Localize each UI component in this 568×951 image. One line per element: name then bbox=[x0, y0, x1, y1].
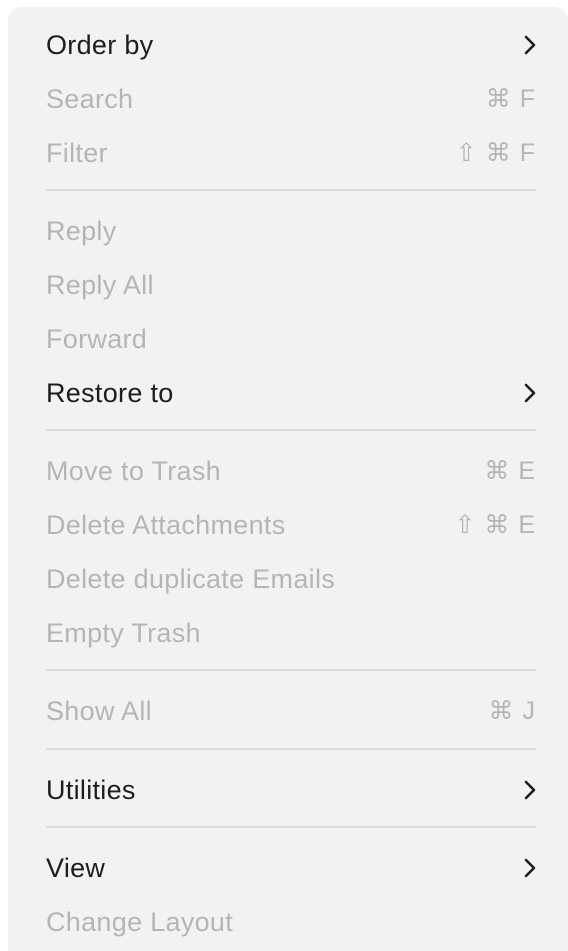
chevron-right-icon bbox=[516, 33, 536, 57]
menu-item-change-layout[interactable]: Change Layout bbox=[46, 895, 536, 949]
context-menu: Order by Search ⌘ F Filter ⇧ ⌘ F Reply R… bbox=[8, 7, 568, 951]
menu-item-label: Forward bbox=[46, 323, 148, 354]
menu-separator bbox=[46, 429, 536, 431]
shortcut-label: ⇧ ⌘ E bbox=[454, 511, 536, 539]
shortcut-label: ⌘ E bbox=[484, 457, 536, 485]
menu-item-label: Restore to bbox=[46, 377, 174, 408]
menu-item-show-all[interactable]: Show All ⌘ J bbox=[46, 684, 536, 738]
menu-item-reply-all[interactable]: Reply All bbox=[46, 258, 536, 312]
menu-item-label: Empty Trash bbox=[46, 617, 201, 648]
shortcut-label: ⌘ F bbox=[485, 85, 536, 113]
menu-item-move-to-trash[interactable]: Move to Trash ⌘ E bbox=[46, 444, 536, 498]
menu-item-label: View bbox=[46, 852, 106, 883]
menu-item-reply[interactable]: Reply bbox=[46, 204, 536, 258]
shortcut-label: ⇧ ⌘ F bbox=[455, 139, 536, 167]
menu-item-label: Change Layout bbox=[46, 906, 234, 937]
menu-item-delete-attachments[interactable]: Delete Attachments ⇧ ⌘ E bbox=[46, 498, 536, 552]
menu-item-utilities[interactable]: Utilities bbox=[46, 763, 536, 817]
menu-item-label: Move to Trash bbox=[46, 455, 221, 486]
menu-item-filter[interactable]: Filter ⇧ ⌘ F bbox=[46, 126, 536, 180]
menu-item-label: Order by bbox=[46, 29, 154, 60]
chevron-right-icon bbox=[516, 778, 536, 802]
menu-separator bbox=[46, 748, 536, 750]
menu-item-label: Delete Attachments bbox=[46, 509, 286, 540]
menu-item-forward[interactable]: Forward bbox=[46, 312, 536, 366]
menu-item-label: Utilities bbox=[46, 774, 136, 805]
menu-item-label: Search bbox=[46, 83, 134, 114]
menu-item-label: Reply All bbox=[46, 269, 154, 300]
shortcut-label: ⌘ J bbox=[488, 697, 536, 725]
menu-item-delete-duplicate-emails[interactable]: Delete duplicate Emails bbox=[46, 552, 536, 606]
menu-item-view[interactable]: View bbox=[46, 841, 536, 895]
menu-separator bbox=[46, 669, 536, 671]
menu-item-empty-trash[interactable]: Empty Trash bbox=[46, 606, 536, 660]
menu-item-label: Delete duplicate Emails bbox=[46, 563, 336, 594]
menu-item-label: Show All bbox=[46, 695, 152, 726]
menu-item-restore-to[interactable]: Restore to bbox=[46, 366, 536, 420]
chevron-right-icon bbox=[516, 856, 536, 880]
menu-item-search[interactable]: Search ⌘ F bbox=[46, 72, 536, 126]
menu-item-label: Reply bbox=[46, 215, 117, 246]
chevron-right-icon bbox=[516, 381, 536, 405]
menu-separator bbox=[46, 189, 536, 191]
menu-item-label: Filter bbox=[46, 137, 108, 168]
menu-item-order-by[interactable]: Order by bbox=[46, 18, 536, 72]
menu-separator bbox=[46, 826, 536, 828]
